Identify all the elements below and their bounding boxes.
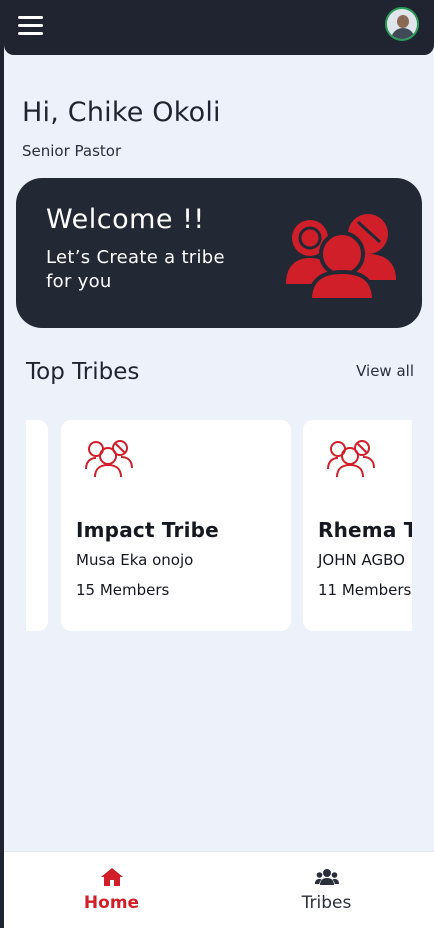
welcome-subtitle: Let’s Create a tribe for you [46,247,225,292]
hamburger-menu-icon[interactable] [18,16,44,36]
top-app-bar [4,0,434,55]
tribe-card[interactable]: Impact Tribe Musa Eka onojo 15 Members [61,420,291,631]
home-icon [100,868,123,886]
tribe-leader: JOHN AGBO [318,551,405,569]
tribe-leader: Musa Eka onojo [76,551,194,569]
tribe-group-icon [286,214,396,300]
top-tribes-heading: Top Tribes [26,359,140,385]
user-role: Senior Pastor [22,142,122,160]
tribe-name: Impact Tribe [76,518,219,542]
tribe-member-count: 15 Members [76,581,170,599]
tribe-group-icon [327,440,375,478]
tribe-name: Rhema Tribe [318,518,412,542]
nav-home-label: Home [83,893,140,913]
nav-home[interactable]: Home [4,852,219,928]
nav-tribes-label: Tribes [301,893,352,913]
welcome-title: Welcome !! [46,204,205,235]
people-group-icon [314,869,339,885]
tribe-card[interactable]: Rhema Tribe JOHN AGBO 11 Members [303,420,412,631]
greeting-title: Hi, Chike Okoli [22,97,221,128]
tribe-card-partial[interactable] [26,420,48,631]
bottom-navigation: Home Tribes [4,851,434,928]
tribe-member-count: 11 Members [318,581,412,599]
nav-tribes[interactable]: Tribes [219,852,434,928]
user-avatar[interactable] [385,7,419,41]
tribes-carousel[interactable]: Impact Tribe Musa Eka onojo 15 Members R… [26,420,412,632]
tribe-group-icon [85,440,133,478]
view-all-link[interactable]: View all [356,362,414,380]
welcome-banner[interactable]: Welcome !! Let’s Create a tribe for you [16,178,422,328]
app-screen: Hi, Chike Okoli Senior Pastor Welcome !!… [0,0,434,928]
